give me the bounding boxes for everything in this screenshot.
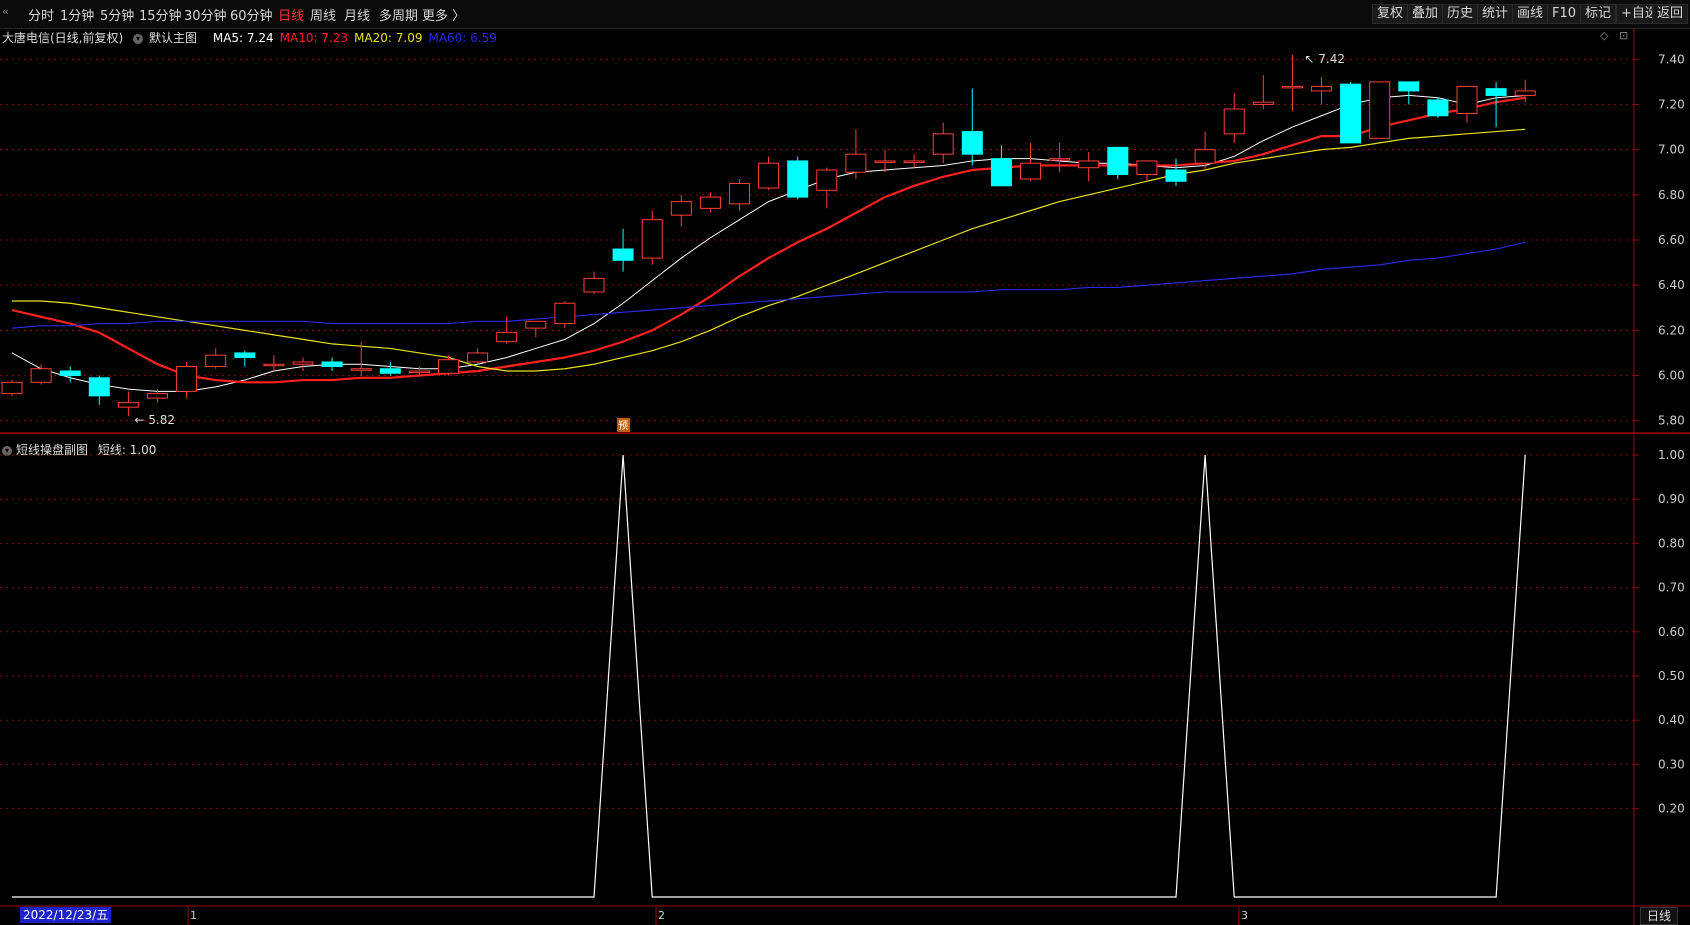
low-price-label: ← 5.82 — [134, 413, 175, 427]
sub-y-tick-label: 0.80 — [1658, 536, 1685, 550]
y-tick-label: 6.80 — [1658, 188, 1685, 202]
candle-body — [670, 201, 692, 216]
candle-body — [379, 368, 401, 374]
candle-body — [932, 133, 954, 155]
candle-body — [1340, 83, 1362, 144]
sub-y-tick-label: 0.50 — [1658, 669, 1685, 683]
sub-y-tick-label: 1.00 — [1658, 448, 1685, 462]
date-cursor-label: 2022/12/23/五 — [20, 907, 112, 923]
candle-body — [874, 160, 896, 163]
sub-y-tick-label: 0.70 — [1658, 581, 1685, 595]
candle-body — [1252, 101, 1274, 105]
candle-body — [59, 370, 81, 377]
candle-body — [758, 162, 780, 189]
candle-body — [1514, 90, 1536, 96]
candle-body — [1369, 81, 1391, 139]
candle-body — [1136, 160, 1158, 175]
y-tick-label: 5.80 — [1658, 414, 1685, 428]
candle-body — [117, 402, 139, 408]
candle-body — [467, 352, 489, 363]
candle-body — [699, 196, 721, 209]
candle-body — [612, 248, 634, 261]
month-label: 1 — [190, 909, 197, 922]
ma5-line — [11, 94, 1526, 392]
candle-body — [641, 219, 663, 259]
candle-body — [1398, 81, 1420, 92]
y-tick-label: 7.40 — [1658, 52, 1685, 66]
sub-y-tick-label: 0.20 — [1658, 802, 1685, 816]
candle-body — [903, 160, 925, 163]
candle-body — [234, 352, 256, 358]
candle-body — [205, 354, 227, 367]
candle-body — [1485, 88, 1507, 96]
period-indicator[interactable]: 日线 — [1640, 907, 1679, 925]
candle-body — [787, 160, 809, 198]
candle-body — [1, 381, 23, 395]
y-tick-label: 6.40 — [1658, 278, 1685, 292]
forecast-marker-label: 预 — [618, 420, 628, 432]
y-tick-label: 7.20 — [1658, 97, 1685, 111]
candle-body — [176, 365, 198, 392]
candle-body — [292, 361, 314, 365]
candle-body — [1427, 99, 1449, 117]
candle-body — [729, 183, 750, 205]
candle-body — [816, 169, 838, 191]
candle-body — [583, 277, 605, 293]
kline-chart[interactable]: 7.40 7.20 7.00 6.80 6.60 6.40 6.20 6.00 5.80 1.00… — [0, 0, 1690, 925]
sub-y-tick-label: 0.40 — [1658, 713, 1685, 727]
sub-y-tick-label: 0.30 — [1658, 757, 1685, 771]
candle-body — [147, 393, 168, 399]
candle-body — [408, 370, 430, 374]
candle-body — [990, 158, 1012, 187]
candle-body — [1049, 158, 1071, 161]
candle-body — [1281, 85, 1303, 89]
sub-y-tick-label: 0.90 — [1658, 492, 1685, 506]
candle-body — [30, 368, 52, 383]
candle-body — [1194, 149, 1216, 164]
candle-body — [525, 320, 547, 329]
y-tick-label: 6.60 — [1658, 233, 1685, 247]
candle-body — [961, 131, 983, 155]
candle-body — [321, 361, 343, 367]
y-tick-label: 6.00 — [1658, 369, 1685, 383]
candle-body — [845, 153, 867, 173]
month-label: 2 — [658, 909, 665, 922]
sub-y-tick-label: 0.60 — [1658, 625, 1685, 639]
y-tick-label: 7.00 — [1658, 143, 1685, 157]
candle-body — [88, 377, 110, 397]
candle-body — [263, 363, 285, 367]
y-tick-label: 6.20 — [1658, 323, 1685, 337]
candle-body — [1078, 160, 1100, 169]
candle-body — [554, 302, 576, 325]
candle-body — [1311, 85, 1332, 92]
candle-body — [350, 368, 372, 371]
high-price-label: ↖ 7.42 — [1304, 52, 1345, 66]
candle-body — [1107, 146, 1129, 175]
candle-body — [1020, 162, 1041, 180]
candle-body — [1165, 169, 1187, 182]
month-label: 3 — [1241, 909, 1248, 922]
candle-body — [1456, 85, 1478, 115]
candle-body — [438, 359, 459, 374]
candle-body — [496, 332, 518, 343]
candle-body — [1223, 108, 1245, 135]
